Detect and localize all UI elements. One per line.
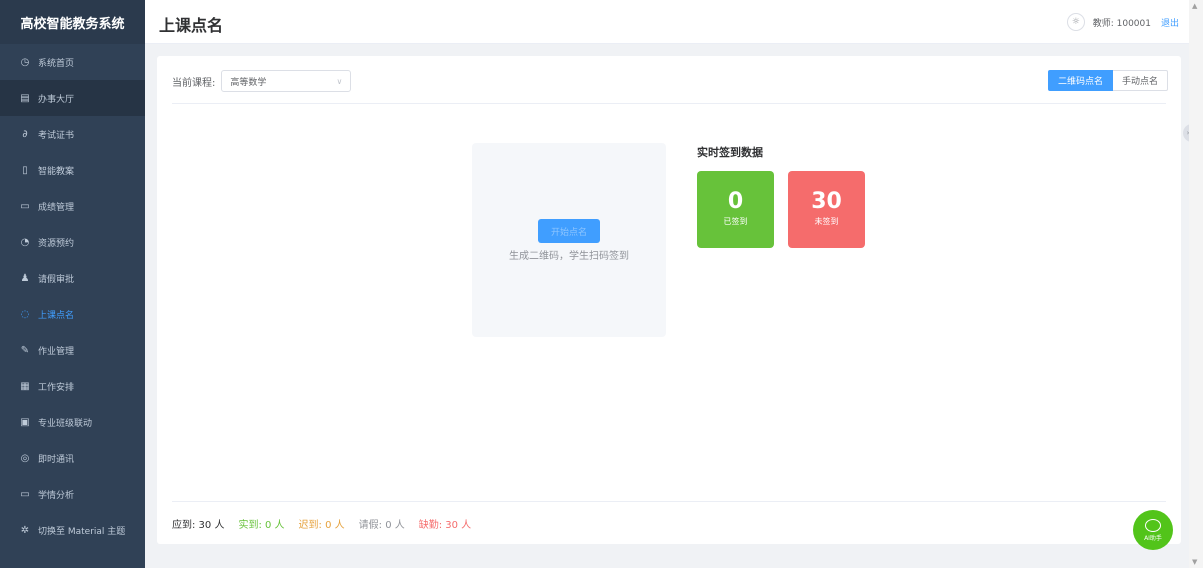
link-icon: ∂ [22, 128, 28, 140]
qr-rollcall-button[interactable]: 二维码点名 [1047, 70, 1113, 91]
sidebar-item[interactable]: ◔ 资源预约 [0, 224, 145, 260]
unsigned-stat-card: 30 未签到 [788, 171, 865, 248]
course-select[interactable]: 高等数学 ∨ [221, 70, 352, 92]
sidebar-item[interactable]: ♟ 请假审批 [0, 260, 145, 296]
absent-count: 缺勤: 30 人 [418, 520, 472, 531]
leave-count: 请假: 0 人 [358, 520, 405, 531]
sidebar-menu: ◷ 系统首页 ▤ 办事大厅 ∂ 考试证书 ▯ 智能教案 ▭ 成绩管理 ◔ 资源预约 ♟ 请假审批 ◌ 上课点名… [0, 44, 145, 548]
chat-icon: ◎ [20, 452, 30, 464]
rollcall-mode-toggle: 二维码点名 手动点名 [1047, 70, 1168, 91]
late-count: 迟到: 0 人 [298, 520, 345, 531]
sidebar-item-label: 学情分析 [38, 490, 75, 501]
top-divider [172, 103, 1166, 104]
user-icon: ♟ [20, 272, 30, 284]
unsigned-count: 30 [811, 189, 842, 214]
stats-title: 实时签到数据 [697, 146, 763, 159]
signed-count: 0 [727, 189, 744, 214]
sidebar-item-label: 系统首页 [38, 58, 75, 69]
page-title: 上课点名 [159, 16, 224, 35]
sidebar-item-label: 专业班级联动 [38, 418, 93, 429]
header: 上课点名 ☼ 教师: 100001 退出 [145, 0, 1189, 44]
theme-icon: ✲ [20, 524, 30, 536]
chat-bubble-icon [1145, 518, 1161, 532]
sidebar-item-label: 请假审批 [38, 274, 75, 285]
qr-hint: 生成二维码，学生扫码签到 [509, 251, 629, 262]
signed-label: 已签到 [723, 217, 748, 226]
sidebar-item-label: 资源预约 [38, 238, 75, 249]
chevron-down-icon: ∨ [336, 76, 343, 86]
start-rollcall-button[interactable]: 开始点名 [538, 219, 600, 243]
sidebar-item[interactable]: ✲ 切换至 Material 主题 [0, 512, 145, 548]
course-label: 当前课程: [172, 77, 216, 89]
sidebar-item-label: 成绩管理 [38, 202, 75, 213]
board-icon: ▣ [20, 416, 30, 428]
sidebar-item-label: 即时通讯 [38, 454, 75, 465]
sidebar-item-label: 智能教案 [38, 166, 75, 177]
sidebar-item[interactable]: ▤ 办事大厅 [0, 80, 145, 116]
sidebar-item-label: 上课点名 [38, 310, 75, 321]
settings-icon[interactable]: ☼ [1066, 13, 1085, 31]
sidebar-item[interactable]: ▦ 工作安排 [0, 368, 145, 404]
actual-count: 实到: 0 人 [238, 520, 285, 531]
dashboard-icon: ◷ [20, 56, 30, 68]
document-icon: ▯ [22, 164, 28, 176]
ai-assistant-button[interactable]: AI助手 [1133, 510, 1173, 550]
bottom-divider [172, 501, 1166, 502]
header-user-area: ☼ 教师: 100001 退出 [1066, 13, 1179, 31]
scroll-down-icon[interactable]: ▼ [1192, 558, 1197, 566]
manual-rollcall-button[interactable]: 手动点名 [1112, 70, 1168, 91]
sidebar: 高校智能教务系统 ◷ 系统首页 ▤ 办事大厅 ∂ 考试证书 ▯ 智能教案 ▭ 成绩管理 ◔ 资源预约 ♟… [0, 0, 145, 568]
sidebar-item[interactable]: ▭ 成绩管理 [0, 188, 145, 224]
course-selector-row: 当前课程: 高等数学 ∨ [172, 70, 352, 92]
analytics-icon: ▭ [20, 488, 30, 500]
app-logo: 高校智能教务系统 [0, 0, 145, 44]
unsigned-label: 未签到 [814, 217, 839, 226]
sidebar-item[interactable]: ◷ 系统首页 [0, 44, 145, 80]
sidebar-item[interactable]: ▣ 专业班级联动 [0, 404, 145, 440]
sidebar-item-label: 作业管理 [38, 346, 75, 357]
signed-stat-card: 0 已签到 [697, 171, 774, 248]
sidebar-item[interactable]: ∂ 考试证书 [0, 116, 145, 152]
sidebar-item[interactable]: ▭ 学情分析 [0, 476, 145, 512]
sidebar-item[interactable]: ▯ 智能教案 [0, 152, 145, 188]
sidebar-item[interactable]: ✎ 作业管理 [0, 332, 145, 368]
edit-icon: ✎ [20, 344, 30, 356]
page-scrollbar[interactable]: ▲ ▼ [1189, 0, 1203, 568]
building-icon: ▤ [20, 92, 30, 104]
clock-icon: ◔ [20, 236, 30, 248]
sidebar-item[interactable]: ◎ 即时通讯 [0, 440, 145, 476]
sidebar-item[interactable]: ◌ 上课点名 [0, 296, 145, 332]
sidebar-item-label: 工作安排 [38, 382, 75, 393]
check-icon: ◌ [20, 308, 30, 320]
sidebar-item-label: 考试证书 [38, 130, 75, 141]
rollcall-card: 当前课程: 高等数学 ∨ 二维码点名 手动点名 开始点名 生成二维码，学生扫码签… [157, 56, 1181, 544]
logout-link[interactable]: 退出 [1161, 16, 1179, 29]
qr-code-area: 开始点名 生成二维码，学生扫码签到 [472, 143, 666, 337]
ai-assistant-label: AI助手 [1144, 534, 1162, 542]
course-select-value: 高等数学 [230, 77, 267, 88]
chart-icon: ▭ [20, 200, 30, 212]
expected-count: 应到: 30 人 [172, 520, 225, 531]
attendance-summary: 应到: 30 人 实到: 0 人 迟到: 0 人 请假: 0 人 缺勤: 30 … [172, 516, 485, 531]
sidebar-item-label: 办事大厅 [38, 94, 75, 105]
sidebar-item-label: 切换至 Material 主题 [38, 526, 126, 537]
user-label: 教师: 100001 [1092, 18, 1151, 29]
calendar-icon: ▦ [20, 380, 30, 392]
scroll-up-icon[interactable]: ▲ [1192, 2, 1197, 10]
